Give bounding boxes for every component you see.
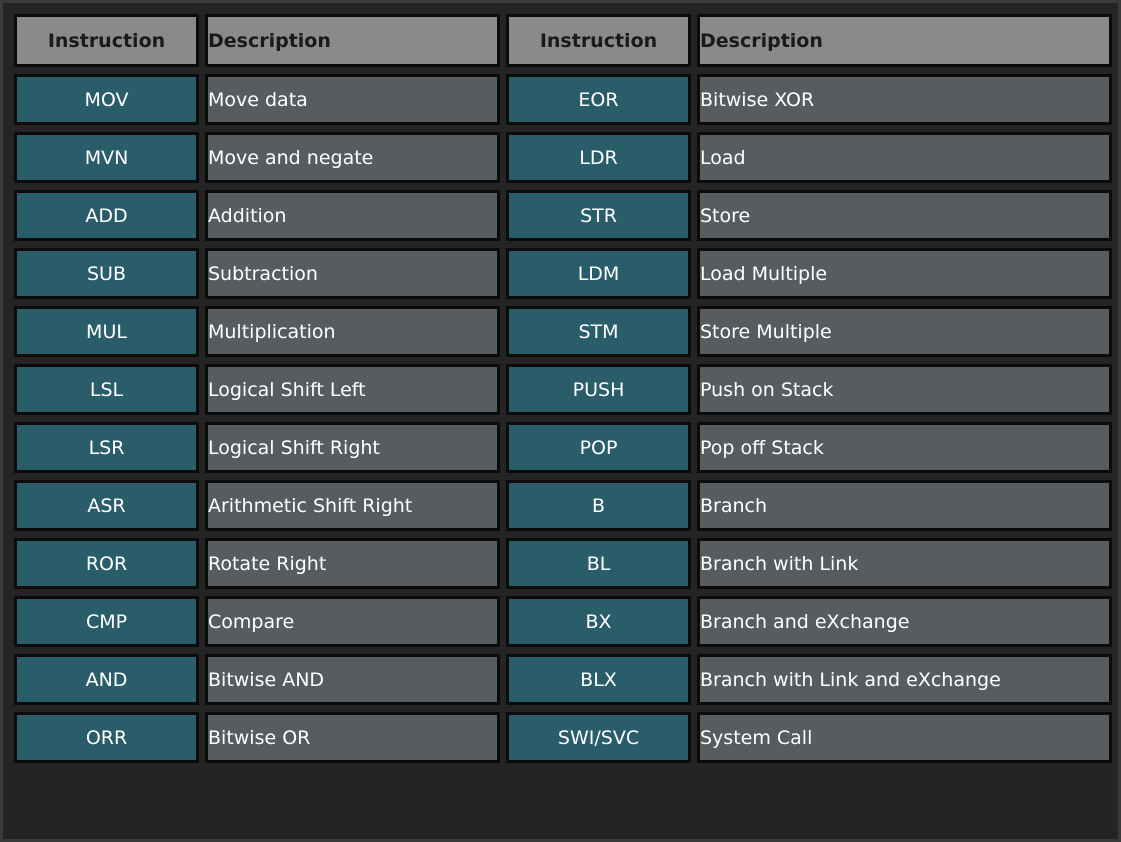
column-header-instruction: Instruction — [14, 14, 199, 67]
instruction-cell: MUL — [14, 306, 199, 357]
table-row: ORR Bitwise OR SWI/SVC System Call — [14, 712, 1112, 763]
description-cell: Arithmetic Shift Right — [205, 480, 500, 531]
description-cell: Multiplication — [205, 306, 500, 357]
instruction-table-panel: Instruction Description Instruction Desc… — [0, 0, 1121, 842]
table-row: SUB Subtraction LDM Load Multiple — [14, 248, 1112, 299]
description-cell: Push on Stack — [697, 364, 1112, 415]
instruction-cell: EOR — [506, 74, 691, 125]
description-cell: Addition — [205, 190, 500, 241]
instruction-cell: ADD — [14, 190, 199, 241]
description-cell: Load — [697, 132, 1112, 183]
description-cell: Load Multiple — [697, 248, 1112, 299]
instruction-cell: STM — [506, 306, 691, 357]
table-row: MOV Move data EOR Bitwise XOR — [14, 74, 1112, 125]
table-row: ROR Rotate Right BL Branch with Link — [14, 538, 1112, 589]
instruction-table: Instruction Description Instruction Desc… — [8, 7, 1118, 770]
description-cell: Logical Shift Left — [205, 364, 500, 415]
instruction-cell: SUB — [14, 248, 199, 299]
instruction-cell: ROR — [14, 538, 199, 589]
instruction-cell: CMP — [14, 596, 199, 647]
instruction-cell: POP — [506, 422, 691, 473]
description-cell: Move data — [205, 74, 500, 125]
instruction-cell: BLX — [506, 654, 691, 705]
description-cell: Subtraction — [205, 248, 500, 299]
instruction-cell: MOV — [14, 74, 199, 125]
description-cell: Rotate Right — [205, 538, 500, 589]
table-header-row: Instruction Description Instruction Desc… — [14, 14, 1112, 67]
description-cell: System Call — [697, 712, 1112, 763]
description-cell: Store Multiple — [697, 306, 1112, 357]
description-cell: Bitwise OR — [205, 712, 500, 763]
column-header-instruction: Instruction — [506, 14, 691, 67]
instruction-cell: B — [506, 480, 691, 531]
instruction-cell: MVN — [14, 132, 199, 183]
table-row: ASR Arithmetic Shift Right B Branch — [14, 480, 1112, 531]
instruction-cell: SWI/SVC — [506, 712, 691, 763]
description-cell: Bitwise AND — [205, 654, 500, 705]
description-cell: Pop off Stack — [697, 422, 1112, 473]
instruction-cell: LSL — [14, 364, 199, 415]
description-cell: Logical Shift Right — [205, 422, 500, 473]
instruction-cell: BX — [506, 596, 691, 647]
table-row: MUL Multiplication STM Store Multiple — [14, 306, 1112, 357]
instruction-cell: ASR — [14, 480, 199, 531]
instruction-cell: LDR — [506, 132, 691, 183]
table-row: MVN Move and negate LDR Load — [14, 132, 1112, 183]
table-row: AND Bitwise AND BLX Branch with Link and… — [14, 654, 1112, 705]
table-row: LSL Logical Shift Left PUSH Push on Stac… — [14, 364, 1112, 415]
description-cell: Branch — [697, 480, 1112, 531]
instruction-cell: PUSH — [506, 364, 691, 415]
table-row: CMP Compare BX Branch and eXchange — [14, 596, 1112, 647]
instruction-cell: LDM — [506, 248, 691, 299]
table-row: LSR Logical Shift Right POP Pop off Stac… — [14, 422, 1112, 473]
description-cell: Move and negate — [205, 132, 500, 183]
description-cell: Branch with Link — [697, 538, 1112, 589]
instruction-cell: AND — [14, 654, 199, 705]
description-cell: Store — [697, 190, 1112, 241]
description-cell: Branch with Link and eXchange — [697, 654, 1112, 705]
column-header-description: Description — [697, 14, 1112, 67]
instruction-cell: ORR — [14, 712, 199, 763]
table-row: ADD Addition STR Store — [14, 190, 1112, 241]
description-cell: Bitwise XOR — [697, 74, 1112, 125]
instruction-cell: STR — [506, 190, 691, 241]
instruction-cell: BL — [506, 538, 691, 589]
instruction-cell: LSR — [14, 422, 199, 473]
description-cell: Compare — [205, 596, 500, 647]
column-header-description: Description — [205, 14, 500, 67]
description-cell: Branch and eXchange — [697, 596, 1112, 647]
